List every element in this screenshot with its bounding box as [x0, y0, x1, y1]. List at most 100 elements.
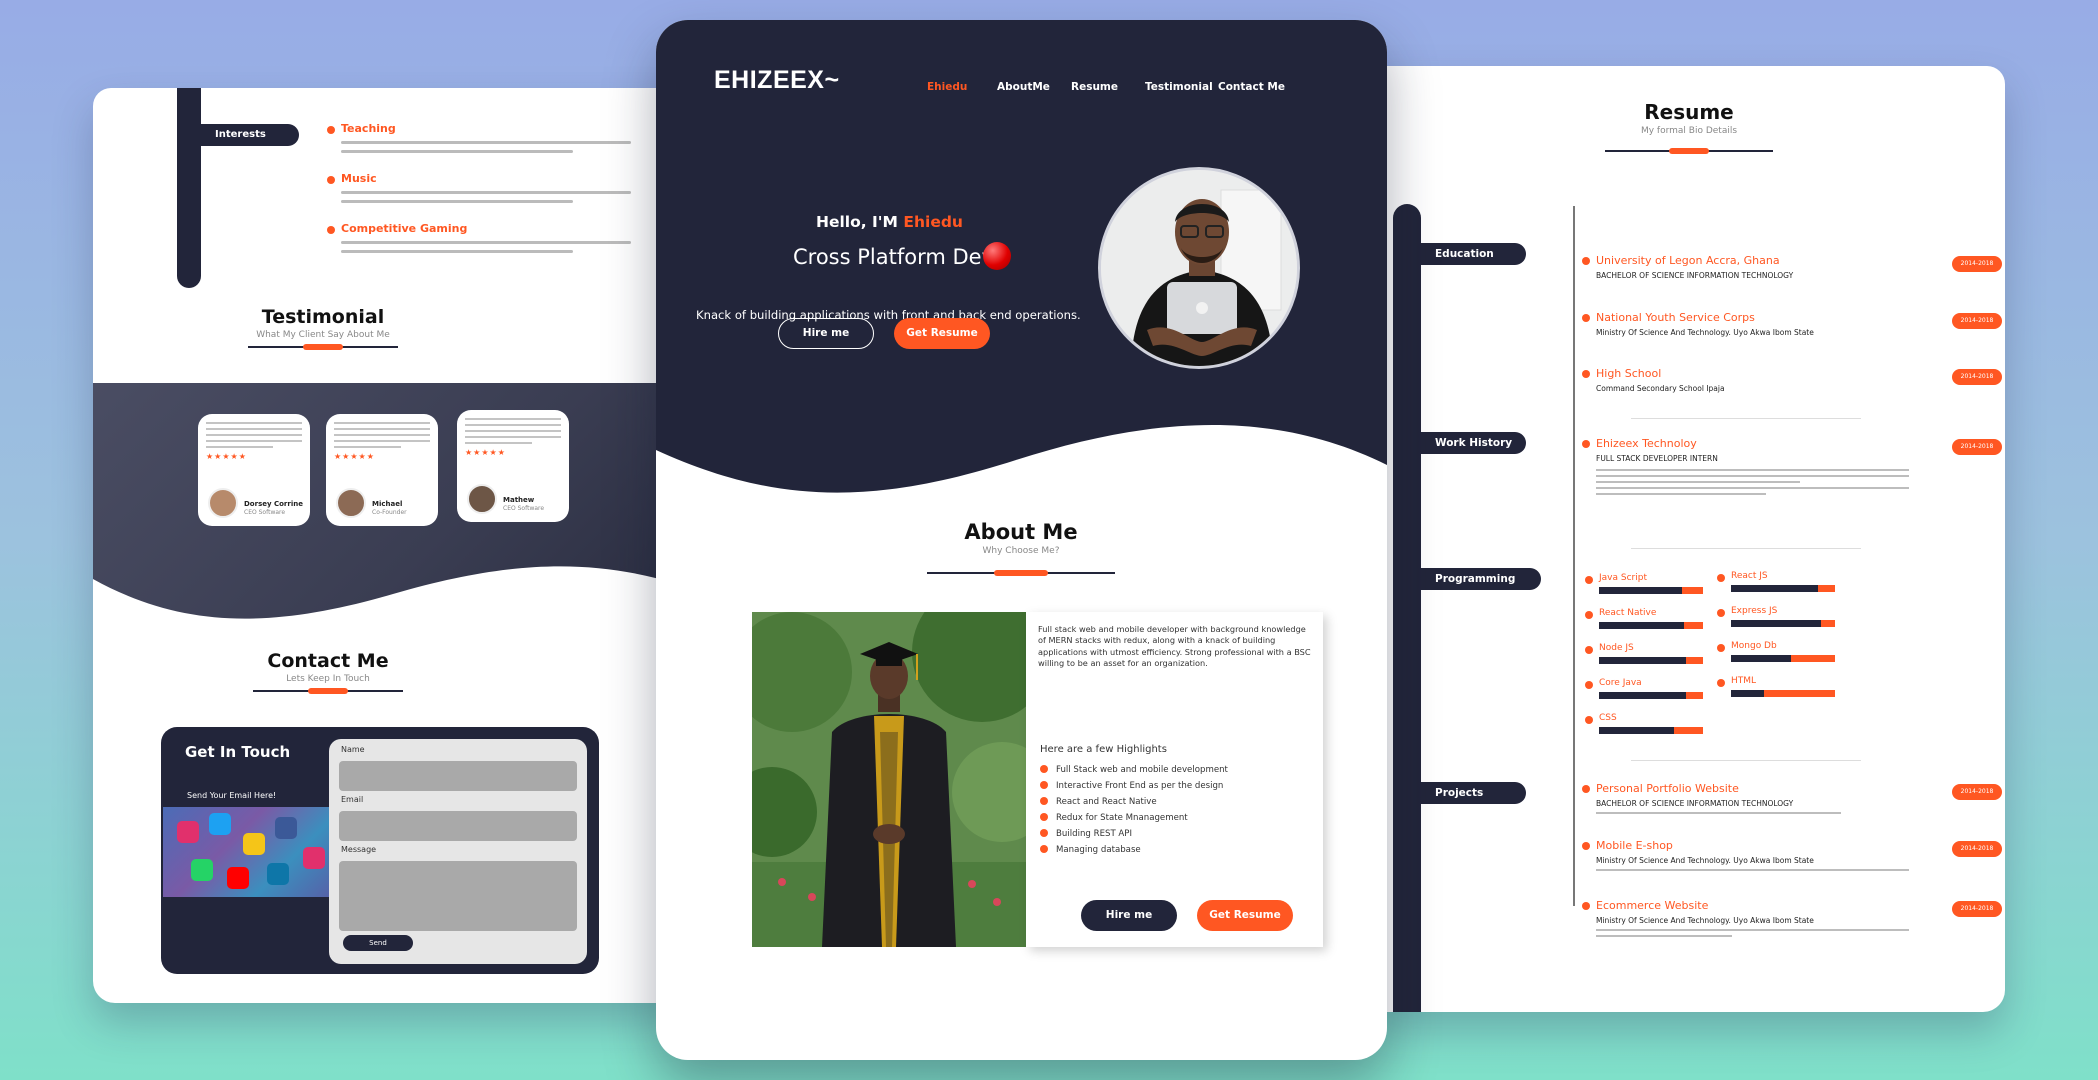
year-badge: 2014-2018 [1952, 256, 2002, 272]
interest-item: Teaching [327, 122, 631, 153]
interest-title: Music [341, 172, 377, 185]
nav-resume-link[interactable]: Resume [1071, 81, 1118, 93]
bullet-icon [327, 126, 335, 134]
hero-wave-shape [656, 425, 1387, 505]
skill-name: React Native [1599, 608, 1657, 618]
section-title: Contact Me [267, 650, 389, 672]
email-field[interactable] [339, 811, 577, 841]
right-preview-panel: Resume My formal Bio Details Education W… [1371, 66, 2005, 1012]
item-subtitle: Ministry Of Science And Technology. Uyo … [1596, 916, 1814, 925]
section-divider [248, 344, 398, 350]
divider [1631, 418, 1861, 419]
year-badge: 2014-2018 [1952, 439, 2002, 455]
skill-bar [1599, 692, 1703, 699]
skill-bar-fill [1818, 585, 1835, 592]
about-resume-button[interactable]: Get Resume [1197, 900, 1293, 931]
education-item: University of Legon Accra, Ghana BACHELO… [1582, 254, 2002, 280]
bullet-icon [1585, 576, 1593, 584]
skill-bar-fill [1682, 587, 1703, 594]
resume-timeline-line [1573, 206, 1575, 906]
text-line [341, 200, 573, 203]
skill-name: Node JS [1599, 643, 1634, 653]
highlight-item: Full Stack web and mobile development [1040, 765, 1228, 775]
bullet-icon [1582, 370, 1590, 378]
highlight-item: Managing database [1040, 845, 1141, 855]
item-subtitle: BACHELOR OF SCIENCE INFORMATION TECHNOLO… [1596, 271, 1794, 280]
bullet-icon [1040, 765, 1048, 773]
skill-name: Express JS [1731, 606, 1778, 616]
work-history-label: Work History [1421, 432, 1526, 454]
hero-section: EHIZEEX~ Ehiedu AboutMe Resume Testimoni… [656, 20, 1387, 505]
star-rating: ★★★★★ [206, 452, 247, 461]
avatar [208, 488, 238, 518]
interest-title: Competitive Gaming [341, 222, 468, 235]
social-media-image [163, 807, 331, 897]
item-title: National Youth Service Corps [1596, 311, 1755, 324]
bullet-icon [1040, 829, 1048, 837]
message-field[interactable] [339, 861, 577, 931]
item-subtitle: FULL STACK DEVELOPER INTERN [1596, 454, 1718, 463]
send-button[interactable]: Send [343, 935, 413, 951]
skill-bar-fill [1686, 657, 1703, 664]
education-item: High School Command Secondary School Ipa… [1582, 367, 2002, 393]
skill-bar-fill [1791, 655, 1835, 662]
bullet-icon [327, 176, 335, 184]
text-line [341, 150, 573, 153]
bullet-icon [1717, 609, 1725, 617]
divider [1631, 760, 1861, 761]
interests-timeline-bar [177, 88, 201, 288]
bullet-icon [1582, 257, 1590, 265]
interest-title: Teaching [341, 122, 396, 135]
skill-item: React JS [1717, 571, 1841, 592]
email-field-label: Email [341, 795, 364, 804]
bullet-icon [1040, 781, 1048, 789]
bullet-icon [1585, 646, 1593, 654]
star-rating: ★★★★★ [465, 448, 506, 457]
item-title: High School [1596, 367, 1662, 380]
bullet-icon [1040, 813, 1048, 821]
nav-about-link[interactable]: AboutMe [997, 81, 1050, 93]
nav-testimonial-link[interactable]: Testimonial [1145, 81, 1213, 93]
skill-bar [1599, 657, 1703, 664]
nav-contact-link[interactable]: Contact Me [1218, 81, 1285, 93]
testimonial-card: ★★★★★ Mathew CEO Software [457, 410, 569, 522]
about-hire-button[interactable]: Hire me [1081, 900, 1177, 931]
skill-bar [1599, 587, 1703, 594]
nav-home-link[interactable]: Ehiedu [927, 81, 967, 93]
message-field-label: Message [341, 845, 377, 854]
person-illustration [1101, 170, 1297, 366]
skill-bar-fill [1684, 622, 1703, 629]
year-badge: 2014-2018 [1952, 901, 2002, 917]
item-subtitle: Command Secondary School Ipaja [1596, 384, 1725, 393]
highlight-item: Interactive Front End as per the design [1040, 781, 1223, 791]
bullet-icon [1040, 797, 1048, 805]
project-item: Personal Portfolio Website BACHELOR OF S… [1582, 782, 2002, 814]
profile-portrait [1098, 167, 1300, 369]
education-item: National Youth Service Corps Ministry Of… [1582, 311, 2002, 337]
interest-item: Music [327, 172, 631, 203]
name-field[interactable] [339, 761, 577, 791]
hero-role: Cross Platform Dev [793, 245, 994, 269]
section-title: Testimonial [261, 306, 385, 328]
hero-resume-button[interactable]: Get Resume [894, 318, 990, 349]
hero-hire-button[interactable]: Hire me [778, 318, 874, 349]
section-subtitle: What My Client Say About Me [256, 330, 390, 340]
client-role: CEO Software [503, 505, 545, 512]
contact-box-caption: Send Your Email Here! [187, 791, 277, 800]
item-subtitle: Ministry Of Science And Technology. Uyo … [1596, 856, 1814, 865]
bullet-icon [1582, 842, 1590, 850]
site-logo[interactable]: EHIZEEX~ [714, 66, 840, 95]
skill-bar [1731, 655, 1835, 662]
name-field-label: Name [341, 745, 365, 754]
bullet-icon [1585, 716, 1593, 724]
bullet-icon [1585, 611, 1593, 619]
skill-bar [1599, 622, 1703, 629]
interest-item: Competitive Gaming [327, 222, 631, 253]
client-name: Michael [372, 500, 403, 508]
projects-label: Projects [1421, 782, 1526, 804]
testimonial-heading: Testimonial What My Client Say About Me [248, 306, 398, 350]
testimonial-card: ★★★★★ Dorsey Corrine CEO Software [198, 414, 310, 526]
skill-item: CSS [1585, 713, 1709, 734]
star-rating: ★★★★★ [334, 452, 375, 461]
avatar [336, 488, 366, 518]
